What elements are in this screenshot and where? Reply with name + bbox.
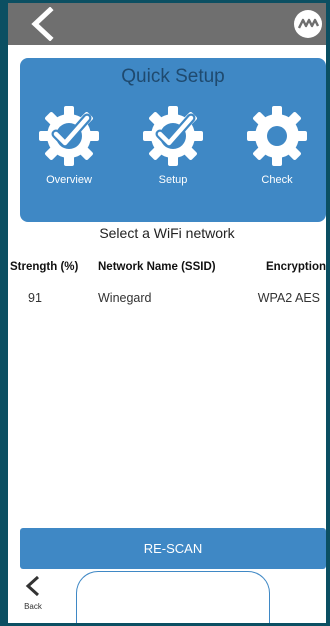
- column-header-encryption: Encryption: [265, 261, 326, 273]
- quick-setup-panel: Quick Setup Overview Setup Check: [20, 58, 326, 222]
- rescan-button[interactable]: RE-SCAN: [20, 528, 326, 569]
- step-setup[interactable]: Setup: [130, 104, 216, 186]
- column-header-strength: Strength (%): [10, 261, 79, 273]
- chevron-left-icon: [25, 575, 40, 597]
- row-encryption: WPA2 AES: [257, 291, 320, 305]
- column-header-ssid: Network Name (SSID): [98, 261, 216, 273]
- step-check[interactable]: Check: [234, 104, 320, 186]
- gear-icon: [247, 106, 307, 166]
- winegard-logo-icon: [294, 10, 322, 38]
- back-label: Back: [24, 602, 42, 611]
- step-label-overview: Overview: [46, 174, 92, 186]
- step-label-setup: Setup: [158, 174, 188, 186]
- app-frame: Quick Setup Overview Setup Check Select …: [0, 0, 330, 626]
- gear-check-icon: [143, 106, 203, 166]
- row-strength: 91: [28, 291, 42, 305]
- panel-title: Quick Setup: [121, 66, 225, 87]
- step-label-check: Check: [261, 174, 293, 186]
- bottom-back-button[interactable]: Back: [18, 575, 48, 611]
- step-overview[interactable]: Overview: [26, 104, 112, 186]
- row-ssid: Winegard: [98, 291, 152, 305]
- network-subtitle: Select a WiFi network: [99, 225, 235, 241]
- center-tab[interactable]: [76, 571, 270, 623]
- back-button[interactable]: [26, 6, 58, 42]
- bottom-nav: Back: [8, 571, 326, 623]
- chevron-left-icon: [31, 6, 54, 42]
- top-bar: [8, 3, 326, 45]
- gear-check-icon: [39, 106, 99, 166]
